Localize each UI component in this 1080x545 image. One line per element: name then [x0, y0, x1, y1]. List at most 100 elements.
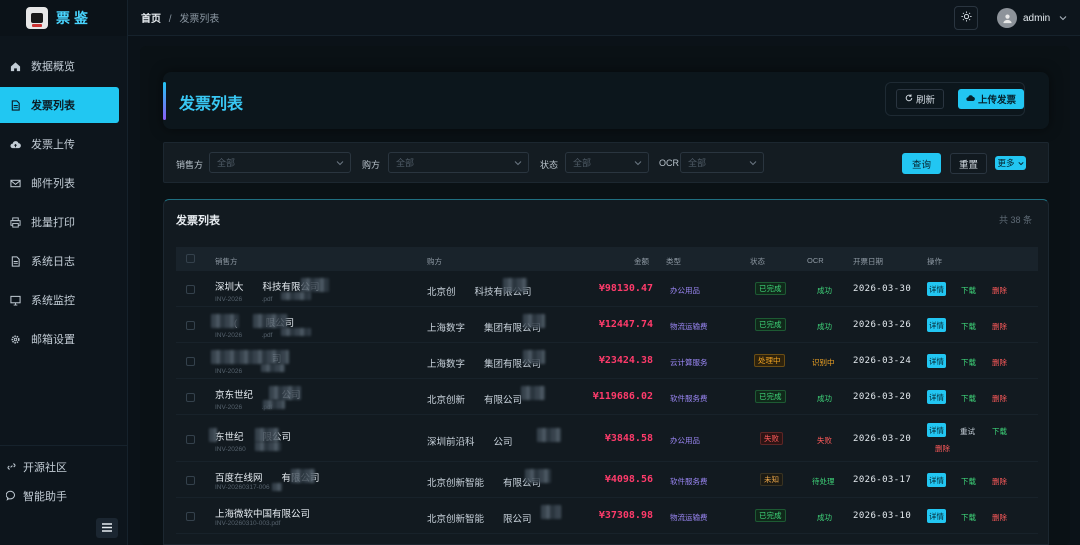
column-header-ocr[interactable]: OCR — [807, 256, 824, 265]
delete-button[interactable]: 删除 — [992, 512, 1007, 523]
retry-button[interactable]: 重试 — [960, 426, 975, 437]
user-menu[interactable]: admin — [997, 8, 1067, 28]
redaction-blur — [261, 364, 285, 372]
sidebar-link-community[interactable]: 开源社区 — [0, 452, 128, 481]
delete-button[interactable]: 删除 — [992, 393, 1007, 404]
invoice-file-name: INV-2026 — [215, 368, 262, 375]
invoice-amount: ¥23424.38 — [598, 355, 653, 366]
download-button[interactable]: 下载 — [961, 321, 976, 332]
row-checkbox[interactable] — [186, 393, 195, 402]
brand-name: 票鉴 — [56, 10, 92, 26]
chevron-down-icon — [1059, 13, 1067, 24]
column-header-status[interactable]: 状态 — [750, 256, 765, 267]
invoice-file-name: INV-20260310-003.pdf — [215, 520, 281, 527]
log-icon — [10, 255, 21, 267]
row-checkbox[interactable] — [186, 357, 195, 366]
detail-button[interactable]: 详情 — [927, 509, 946, 523]
sidebar-item-monitor[interactable]: 系统监控 — [0, 282, 119, 318]
table-row[interactable]: 司 INV-2026 上海数字 集团有限公司 ¥23424.38 云计算服务 处… — [176, 343, 1038, 379]
refresh-button[interactable]: 刷新 — [896, 89, 944, 109]
delete-button[interactable]: 删除 — [935, 443, 950, 454]
query-button[interactable]: 查询 — [902, 153, 941, 174]
sidebar-item-label: 发票上传 — [31, 139, 75, 151]
list-title: 发票列表 — [176, 215, 220, 227]
download-button[interactable]: 下载 — [992, 426, 1007, 437]
download-button[interactable]: 下载 — [961, 393, 976, 404]
sidebar-item-invoice-list[interactable]: 发票列表 — [0, 87, 119, 123]
status-filter-select[interactable]: 全部 — [565, 152, 649, 173]
seller-name: 上海微软中国有限公司 — [215, 509, 311, 520]
column-header-amount[interactable]: 金额 — [634, 256, 649, 267]
ocr-status: 待处理 — [812, 477, 835, 486]
breadcrumb: 首页 / 发票列表 — [141, 10, 219, 25]
detail-button[interactable]: 详情 — [927, 318, 946, 332]
column-header-type[interactable]: 类型 — [666, 256, 681, 267]
sidebar-item-logs[interactable]: 系统日志 — [0, 243, 119, 279]
delete-button[interactable]: 删除 — [992, 321, 1007, 332]
detail-button[interactable]: 详情 — [927, 390, 946, 404]
download-button[interactable]: 下载 — [961, 357, 976, 368]
row-checkbox[interactable] — [186, 321, 195, 330]
select-all-checkbox[interactable] — [186, 254, 195, 263]
table-row[interactable]: ( 限公司 INV-2026 .pdf 上海数字 集团有限公司 ¥12447.7… — [176, 307, 1038, 343]
sidebar-item-print[interactable]: 批量打印 — [0, 204, 119, 240]
table-row[interactable]: 上海微软中国有限公司 INV-20260310-003.pdf 北京创新智能 限… — [176, 498, 1038, 534]
theme-toggle-button[interactable] — [954, 6, 978, 30]
ocr-filter-label: OCR — [659, 158, 679, 168]
sidebar-link-label: 开源社区 — [23, 461, 67, 474]
delete-button[interactable]: 删除 — [992, 476, 1007, 487]
reset-button[interactable]: 重置 — [950, 153, 987, 174]
invoice-type: 云计算服务 — [670, 358, 708, 367]
redaction-blur — [272, 483, 282, 491]
home-icon — [10, 61, 21, 72]
breadcrumb-current: 发票列表 — [179, 14, 220, 25]
download-button[interactable]: 下载 — [961, 476, 976, 487]
sidebar-item-mail-settings[interactable]: 邮箱设置 — [0, 321, 119, 357]
row-checkbox[interactable] — [186, 476, 195, 485]
buyer-filter-select[interactable]: 全部 — [388, 152, 529, 173]
column-header-date[interactable]: 开票日期 — [853, 256, 883, 267]
redaction-blur — [253, 314, 287, 328]
detail-button[interactable]: 详情 — [927, 423, 946, 437]
column-header-buyer[interactable]: 购方 — [427, 256, 442, 267]
seller-name: 东世纪 限公司 — [215, 431, 292, 443]
detail-button[interactable]: 详情 — [927, 282, 946, 296]
download-button[interactable]: 下载 — [961, 512, 976, 523]
detail-button[interactable]: 详情 — [927, 473, 946, 487]
invoice-file-name: INV-2026 .pdf — [215, 296, 273, 303]
breadcrumb-home[interactable]: 首页 — [141, 14, 161, 25]
table-row[interactable]: 深圳大 科技有限公司 INV-2026 .pdf 北京创 科技有限公司 ¥981… — [176, 271, 1038, 307]
upload-invoice-button[interactable]: 上传发票 — [958, 89, 1024, 109]
column-header-seller[interactable]: 销售方 — [215, 256, 238, 267]
table-row[interactable]: 京东世纪 公司 INV-2026 .pdf 北京创新 有限公司 ¥119686.… — [176, 379, 1038, 415]
sidebar-item-mail[interactable]: 邮件列表 — [0, 165, 119, 201]
delete-button[interactable]: 删除 — [992, 285, 1007, 296]
buyer-filter-label: 购方 — [362, 160, 381, 170]
row-checkbox[interactable] — [186, 434, 195, 444]
more-filters-button[interactable]: 更多 — [995, 156, 1026, 170]
invoice-type: 物流运输费 — [670, 322, 708, 331]
seller-filter-select[interactable]: 全部 — [209, 152, 351, 173]
download-button[interactable]: 下载 — [961, 285, 976, 296]
redaction-blur — [523, 314, 545, 328]
sidebar-link-assistant[interactable]: 智能助手 — [0, 481, 128, 510]
sidebar-item-overview[interactable]: 数据概览 — [0, 48, 119, 84]
invoice-list-card: 发票列表 共 38 条 销售方 购方 金额 类型 状态 OCR 开票日期 操作 … — [163, 199, 1049, 545]
seller-filter-label: 销售方 — [176, 160, 204, 170]
table-row[interactable]: 百度在线网 有限公司 INV-20260317-006 北京创新智能 有限公司 … — [176, 462, 1038, 498]
table-row[interactable]: 东世纪 限公司 INV-20260 深圳前沿科 公司 ¥3848.58 办公用品… — [176, 415, 1038, 462]
logo[interactable]: 票鉴 — [0, 0, 127, 36]
status-badge: 已完成 — [755, 509, 786, 522]
menu-collapse-button[interactable] — [96, 518, 118, 538]
redaction-blur — [503, 278, 527, 292]
invoice-type: 软件服务费 — [670, 477, 708, 486]
row-checkbox[interactable] — [186, 512, 195, 521]
sidebar-bottom: 开源社区 智能助手 — [0, 445, 128, 510]
sidebar-item-label: 数据概览 — [31, 61, 75, 73]
status-badge: 未知 — [760, 473, 783, 486]
ocr-filter-select[interactable]: 全部 — [680, 152, 764, 173]
delete-button[interactable]: 删除 — [992, 357, 1007, 368]
row-checkbox[interactable] — [186, 285, 195, 294]
detail-button[interactable]: 详情 — [927, 354, 946, 368]
sidebar-item-upload[interactable]: 发票上传 — [0, 126, 119, 162]
